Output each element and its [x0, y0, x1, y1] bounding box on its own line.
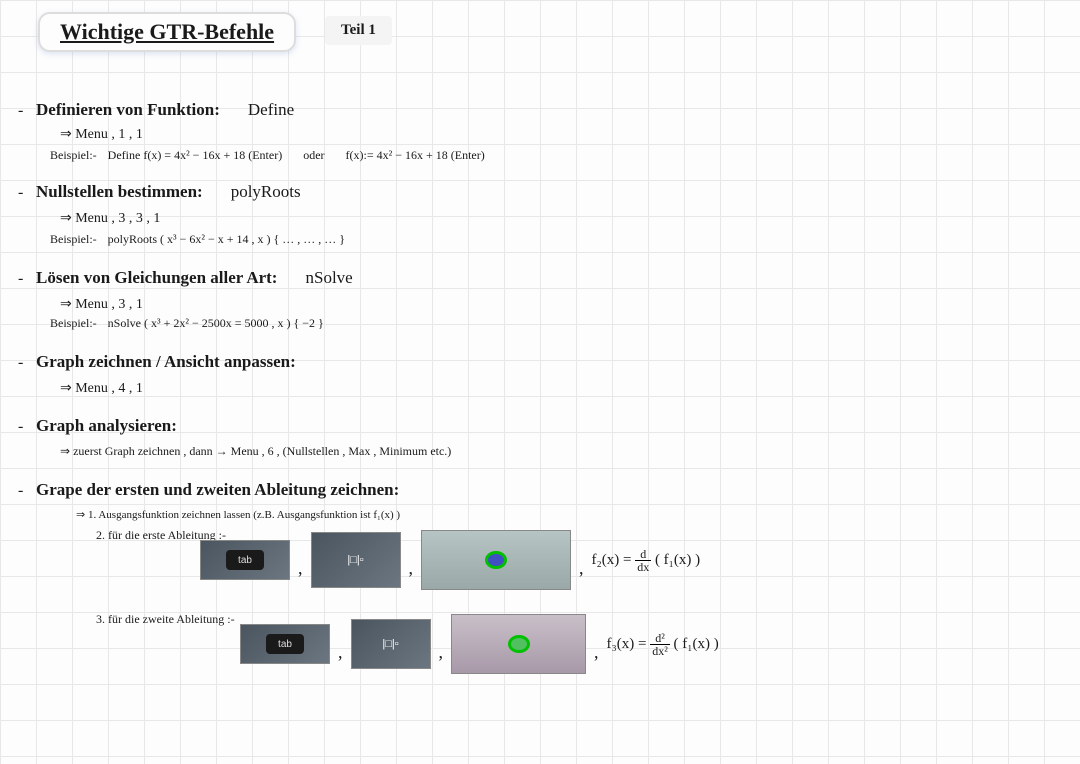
- s3-title: Lösen von Gleichungen aller Art:: [36, 268, 277, 287]
- s4-title: Graph zeichnen / Ansicht anpassen:: [36, 352, 296, 371]
- photo-template-key-2: |□|▫: [351, 619, 431, 669]
- s4-menu: Menu , 4 , 1: [60, 380, 143, 397]
- formula-f3: f₃(x) = d²dx² ( f₁(x) ): [607, 632, 719, 657]
- derivative1-row: tab , |□|▫ , , f₂(x) = ddx ( f₁(x) ): [200, 530, 700, 590]
- s2-menu: Menu , 3 , 3 , 1: [60, 210, 160, 227]
- section-nsolve: - Lösen von Gleichungen aller Art: nSolv…: [18, 268, 353, 288]
- formula-f2: f₂(x) = ddx ( f₁(x) ): [592, 548, 701, 573]
- s2-cmd: polyRoots: [231, 182, 301, 201]
- s2-example: Beispiel:- polyRoots ( x³ − 6x² − x + 14…: [50, 232, 345, 247]
- page-title: Wichtige GTR-Befehle: [60, 19, 274, 44]
- photo-tab-key-2: tab: [240, 624, 330, 664]
- s6-title: Grape der ersten und zweiten Ableitung z…: [36, 480, 399, 499]
- s1-menu: Menu , 1 , 1: [60, 126, 143, 143]
- section-derivatives: - Grape der ersten und zweiten Ableitung…: [18, 480, 399, 500]
- s6-step3: 3. für die zweite Ableitung :-: [96, 612, 235, 627]
- page-title-box: Wichtige GTR-Befehle: [38, 12, 296, 52]
- photo-template-key-1: |□|▫: [311, 532, 401, 588]
- tab-key-icon-2: tab: [266, 634, 304, 654]
- section-polyroots: - Nullstellen bestimmen: polyRoots: [18, 182, 301, 202]
- part-label: Teil 1: [325, 16, 392, 45]
- photo-tab-key-1: tab: [200, 540, 290, 580]
- photo-menu-d2-dx2: [451, 614, 586, 674]
- section-graph-draw: - Graph zeichnen / Ansicht anpassen:: [18, 352, 296, 372]
- section-graph-analyze: - Graph analysieren:: [18, 416, 177, 436]
- tab-key-icon: tab: [226, 550, 264, 570]
- s3-example: Beispiel:- nSolve ( x³ + 2x² − 2500x = 5…: [50, 316, 324, 331]
- section-define: - Definieren von Funktion: Define: [18, 100, 294, 120]
- s3-cmd: nSolve: [305, 268, 352, 287]
- s1-cmd: Define: [248, 100, 294, 119]
- s3-menu: Menu , 3 , 1: [60, 296, 143, 313]
- s5-menu: zuerst Graph zeichnen , dann → Menu , 6 …: [60, 444, 451, 459]
- s1-title: Definieren von Funktion:: [36, 100, 220, 119]
- s5-title: Graph analysieren:: [36, 416, 177, 435]
- photo-menu-d-dx: [421, 530, 571, 590]
- derivative2-row: tab , |□|▫ , , f₃(x) = d²dx² ( f₁(x) ): [240, 614, 719, 674]
- s6-step1: ⇒ 1. Ausgangsfunktion zeichnen lassen (z…: [76, 508, 400, 521]
- s1-example: Beispiel:- Define f(x) = 4x² − 16x + 18 …: [50, 148, 485, 163]
- s2-title: Nullstellen bestimmen:: [36, 182, 203, 201]
